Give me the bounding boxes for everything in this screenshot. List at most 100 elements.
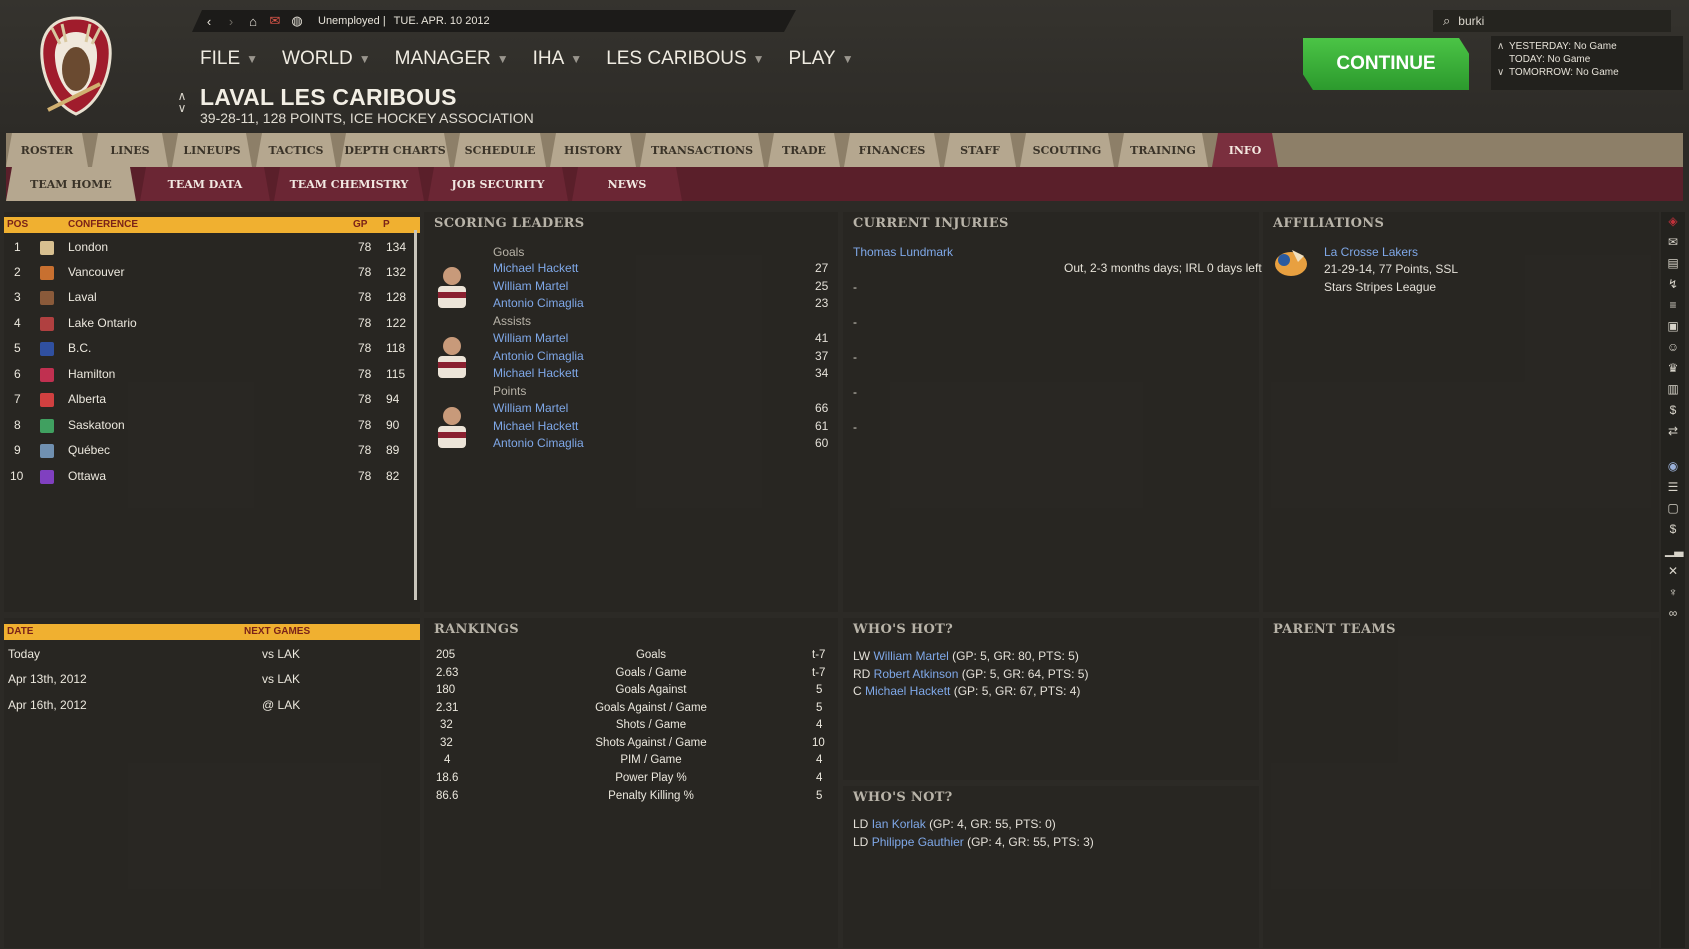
player-link[interactable]: Michael Hackett [493, 419, 578, 433]
transfer-icon[interactable]: ⇄ [1665, 424, 1681, 439]
cup-icon[interactable]: ♆ [1665, 585, 1681, 600]
player-link[interactable]: William Martel [493, 279, 568, 293]
player-link[interactable]: William Martel [493, 331, 568, 345]
standings-scrollbar[interactable] [414, 230, 417, 600]
tab-lineups[interactable]: LINEUPS [172, 133, 252, 167]
menu-file[interactable]: FILE ▼ [200, 48, 258, 70]
player-portrait[interactable] [432, 262, 472, 310]
trophy-icon[interactable]: ♛ [1665, 361, 1681, 376]
tab-finances[interactable]: FINANCES [844, 133, 940, 167]
search-box[interactable]: ⌕ burki [1433, 10, 1671, 32]
col-date[interactable]: DATE [7, 626, 33, 637]
table-row[interactable]: 1 London 78 134 [4, 236, 414, 260]
inbox-icon[interactable]: ✉ [1665, 235, 1681, 250]
subtab-news[interactable]: NEWS [572, 167, 682, 201]
team-record: 39-28-11, 128 POINTS, ICE HOCKEY ASSOCIA… [200, 110, 534, 126]
col-gp[interactable]: GP [353, 219, 367, 230]
player-link[interactable]: Ian Korlak [872, 817, 929, 831]
subtab-team-home[interactable]: TEAM HOME [6, 167, 136, 201]
game-date: Today [8, 647, 41, 661]
crossed-sticks-icon[interactable]: ✕ [1665, 564, 1681, 579]
table-row[interactable]: 8 Saskatoon 78 90 [4, 414, 414, 438]
menu-les-caribous[interactable]: LES CARIBOUS ▼ [606, 48, 764, 70]
list-item[interactable]: Apr 16th, 2012 @ LAK [4, 694, 414, 718]
chevron-down-icon[interactable]: ∨ [1497, 66, 1509, 79]
binoculars-icon[interactable]: ∞ [1665, 606, 1681, 621]
player-link[interactable]: Michael Hackett [493, 366, 578, 380]
tab-scouting[interactable]: SCOUTING [1020, 133, 1114, 167]
table-row[interactable]: 3 Laval 78 128 [4, 286, 414, 310]
table-row[interactable]: 2 Vancouver 78 132 [4, 261, 414, 285]
tab-trade[interactable]: TRADE [768, 133, 840, 167]
col-next-games[interactable]: NEXT GAMES [244, 626, 310, 637]
tab-schedule[interactable]: SCHEDULE [454, 133, 546, 167]
search-input[interactable]: burki [1458, 14, 1484, 28]
chevron-down-icon[interactable]: ∨ [174, 102, 190, 114]
report-icon[interactable]: ▥ [1665, 382, 1681, 397]
col-pos[interactable]: POS [7, 219, 28, 230]
row-p: 115 [386, 367, 406, 381]
rank-value: 2.63 [436, 667, 459, 679]
list-item[interactable]: Apr 13th, 2012 vs LAK [4, 668, 414, 692]
rink-icon[interactable]: ▢ [1665, 501, 1681, 516]
tab-info[interactable]: INFO [1212, 133, 1278, 167]
forward-arrow-icon[interactable]: › [224, 14, 238, 29]
globe-icon[interactable]: ◍ [290, 13, 304, 29]
subtab-job-security[interactable]: JOB SECURITY [428, 167, 568, 201]
col-conference[interactable]: CONFERENCE [68, 219, 138, 230]
back-arrow-icon[interactable]: ‹ [202, 14, 216, 29]
home-icon[interactable]: ⌂ [246, 14, 260, 29]
table-row[interactable]: 7 Alberta 78 94 [4, 388, 414, 412]
continue-button[interactable]: CONTINUE [1303, 38, 1469, 90]
subtab-team-data[interactable]: TEAM DATA [140, 167, 270, 201]
lines-icon[interactable]: ≡ [1665, 298, 1681, 313]
menu-manager[interactable]: MANAGER ▼ [395, 48, 509, 70]
table-row[interactable]: 4 Lake Ontario 78 122 [4, 312, 414, 336]
player-link[interactable]: Michael Hackett [865, 684, 954, 698]
player-link[interactable]: Antonio Cimaglia [493, 296, 584, 310]
league-logo-icon[interactable]: ◉ [1665, 459, 1681, 474]
player-link[interactable]: Robert Atkinson [874, 667, 962, 681]
player-link[interactable]: William Martel [873, 649, 952, 663]
tab-staff[interactable]: STAFF [944, 133, 1016, 167]
menu-iha[interactable]: IHA ▼ [533, 48, 583, 70]
menu-iha-label: IHA [532, 48, 565, 69]
dollar-icon[interactable]: $ [1665, 522, 1681, 537]
tab-training[interactable]: TRAINING [1118, 133, 1208, 167]
player-link[interactable]: Antonio Cimaglia [493, 436, 584, 450]
affiliate-team-logo[interactable] [1270, 242, 1312, 284]
finances-people-icon[interactable]: $ [1665, 403, 1681, 418]
player-link[interactable]: Philippe Gauthier [872, 835, 967, 849]
tab-depth-charts[interactable]: DEPTH CHARTS [340, 133, 450, 167]
tab-tactics[interactable]: TACTICS [256, 133, 336, 167]
list-item[interactable]: Today vs LAK [4, 643, 414, 667]
affiliate-team-link[interactable]: La Crosse Lakers [1324, 245, 1418, 259]
tab-history[interactable]: HISTORY [550, 133, 636, 167]
tab-roster[interactable]: ROSTER [6, 133, 88, 167]
col-p[interactable]: P [383, 219, 390, 230]
menu-world[interactable]: WORLD ▼ [282, 48, 371, 70]
table-row[interactable]: 6 Hamilton 78 115 [4, 363, 414, 387]
team-logo-icon[interactable]: ◈ [1665, 214, 1681, 229]
table-row[interactable]: 5 B.C. 78 118 [4, 337, 414, 361]
player-link[interactable]: Antonio Cimaglia [493, 349, 584, 363]
staff-icon[interactable]: ☺ [1665, 340, 1681, 355]
player-portrait[interactable] [432, 332, 472, 380]
player-portrait[interactable] [432, 402, 472, 450]
mail-icon[interactable]: ✉ [268, 13, 282, 29]
tactics-icon[interactable]: ↯ [1665, 277, 1681, 292]
clipboard-icon[interactable]: ▤ [1665, 256, 1681, 271]
tab-lines[interactable]: LINES [92, 133, 168, 167]
subtab-team-chemistry[interactable]: TEAM CHEMISTRY [274, 167, 424, 201]
player-link[interactable]: William Martel [493, 401, 568, 415]
player-link[interactable]: Michael Hackett [493, 261, 578, 275]
menu-play[interactable]: PLAY ▼ [789, 48, 854, 70]
tab-transactions[interactable]: TRANSACTIONS [640, 133, 764, 167]
table-row[interactable]: 9 Québec 78 89 [4, 439, 414, 463]
injured-player-link[interactable]: Thomas Lundmark [853, 245, 953, 259]
chart-icon[interactable]: ▁▃ [1665, 543, 1683, 558]
list-icon[interactable]: ☰ [1665, 480, 1681, 495]
table-row[interactable]: 10 Ottawa 78 82 [4, 465, 414, 489]
depth-chart-icon[interactable]: ▣ [1665, 319, 1681, 334]
chevron-up-icon[interactable]: ∧ [1497, 40, 1509, 53]
